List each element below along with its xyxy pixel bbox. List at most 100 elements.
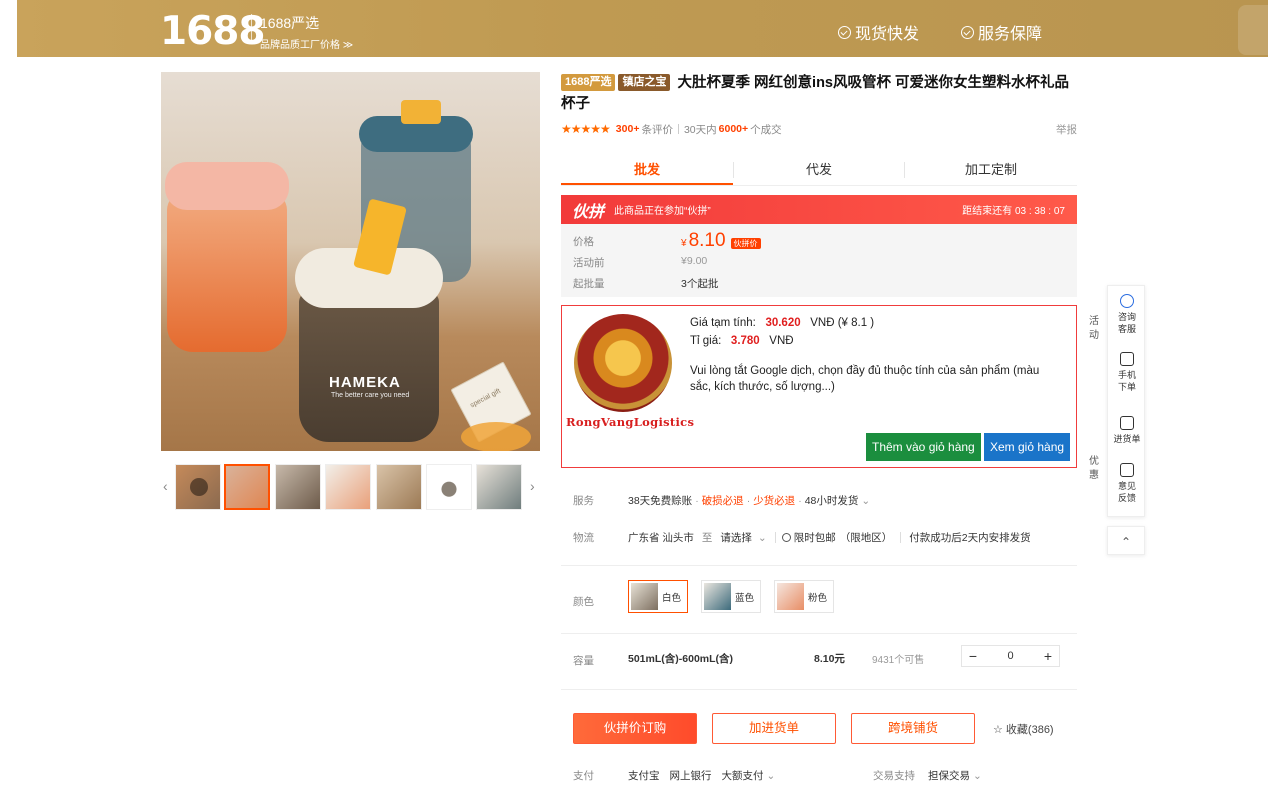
thumbnail-5[interactable] (426, 464, 472, 510)
capacity-label: 容量 (573, 655, 594, 667)
chevron-down-icon[interactable]: ⌄ (758, 532, 767, 544)
product-title-row: 1688严选 镇店之宝 大肚杯夏季 网红创意ins风吸管杯 可爱迷你女生塑料水杯礼… (561, 73, 1081, 115)
service-label: 服务 (573, 495, 594, 507)
group-price-badge: 伙拼价 (730, 238, 761, 249)
color-option-white[interactable]: 白色 (628, 580, 689, 613)
favorite-button[interactable]: ☆ 收藏(386) (993, 721, 1054, 737)
add-to-list-button[interactable]: 加进货单 (712, 713, 836, 744)
chevron-down-icon[interactable]: ⌄ (767, 770, 776, 782)
group-buy-banner: 伙拼 此商品正在参加“伙拼” 距结束还有 03 : 38 : 07 (561, 195, 1077, 224)
peek-text: 惠 (1089, 470, 1099, 481)
sidebar-item-feedback[interactable]: 意见反馈 (1108, 463, 1146, 504)
payment-netbank: 网上银行 (669, 770, 712, 782)
payment-label: 支付 (573, 770, 594, 782)
moq-value: 3个起批 (681, 278, 719, 290)
plugin-brand-name: RongVangLogistics (566, 415, 695, 429)
peek-text: 动 (1089, 330, 1099, 341)
cross-border-button[interactable]: 跨境铺货 (851, 713, 975, 744)
thumbnail-4[interactable] (376, 464, 422, 510)
trade-support: 担保交易 ⌄ (928, 768, 982, 783)
thumbnail-1[interactable] (224, 464, 270, 510)
rate-value: 3.780 (730, 335, 760, 347)
thumbnail-6[interactable] (476, 464, 522, 510)
payment-large[interactable]: 大额支付 (722, 768, 764, 783)
ship-from: 广东省 汕头市 (628, 532, 694, 544)
thumb-prev-icon[interactable]: ‹ (163, 478, 168, 494)
product-brand-print: HAMEKA (329, 374, 401, 391)
dragon-logo (574, 314, 672, 412)
star-rating-icon: ★★★★★ (561, 122, 611, 136)
sidebar-item-customer-service[interactable]: 咨询客服 (1108, 294, 1146, 335)
plus-button[interactable]: + (1037, 648, 1059, 664)
brand-subtitle[interactable]: 品牌品质工厂价格 ≫ (260, 36, 353, 51)
tab-custom[interactable]: 加工定制 (905, 155, 1077, 185)
divider (561, 565, 1077, 566)
before-label: 活动前 (573, 257, 605, 269)
sales-period: 30天内 (683, 123, 717, 136)
service-48h-ship[interactable]: 48小时发货 (805, 493, 859, 508)
tab-wholesale-label: 批发 (633, 162, 660, 177)
divider (900, 532, 902, 543)
edit-icon (1120, 463, 1134, 477)
est-unit: VNĐ (¥ 8.1 ) (810, 317, 875, 329)
badge-fast-ship-label: 现货快发 (855, 26, 920, 43)
peek-text: 优 (1089, 456, 1099, 467)
add-to-cart-button[interactable]: Thêm vào giỏ hàng (866, 433, 981, 461)
logistics-row: 广东省 汕头市 至 请选择 ⌄ 限时包邮 （限地区） 付款成功后2天内安排发货 (628, 530, 1031, 545)
tab-dropship[interactable]: 代发 (733, 155, 905, 185)
thumb-next-icon[interactable]: › (530, 478, 535, 494)
divider (774, 532, 776, 543)
tab-wholesale[interactable]: 批发 (561, 155, 733, 185)
ship-to-select[interactable]: 请选择 (720, 530, 752, 545)
report-link[interactable]: 举报 (1056, 122, 1077, 137)
view-cart-button[interactable]: Xem giỏ hàng (984, 433, 1071, 461)
chevron-down-icon[interactable]: ⌄ (861, 495, 870, 507)
free-shipping-area: （限地区） (839, 532, 893, 544)
ship-time: 付款成功后2天内安排发货 (909, 532, 1031, 544)
tab-dropship-label: 代发 (805, 162, 832, 177)
color-option-blue[interactable]: 蓝色 (701, 580, 762, 613)
rate-label: Tỉ giá: (690, 335, 722, 347)
sidebar-item-label: 意见反馈 (1117, 481, 1136, 503)
header-decoration (1238, 5, 1268, 55)
est-value: 30.620 (765, 317, 801, 329)
quantity-input[interactable]: 0 (984, 650, 1037, 662)
floating-sidebar: 咨询客服 手机下单 进货单 意见反馈 (1107, 285, 1145, 517)
main-product-image[interactable]: HAMEKA The better care you need special … (161, 72, 540, 451)
sidebar-item-mobile-order[interactable]: 手机下单 (1108, 352, 1146, 393)
tab-custom-label: 加工定制 (964, 162, 1017, 177)
thumbnail-video[interactable] (175, 464, 221, 510)
purchase-tabs: 批发 代发 加工定制 (561, 155, 1077, 186)
thumbnail-3[interactable] (325, 464, 371, 510)
thumbnail-2[interactable] (275, 464, 321, 510)
service-shortage-return: 少货必退 (753, 495, 796, 507)
color-option-label: 白色 (662, 592, 682, 604)
logo-1688[interactable]: 1688 (160, 9, 266, 54)
sidebar-item-purchase-list[interactable]: 进货单 (1108, 416, 1146, 445)
review-count[interactable]: 300+ (616, 123, 640, 135)
tag-store-treasure: 镇店之宝 (618, 74, 671, 91)
brand-title[interactable]: 1688严选 (260, 13, 319, 33)
minus-button[interactable]: − (962, 648, 984, 664)
price-label: 价格 (573, 236, 594, 248)
tag-yanxuan: 1688严选 (561, 74, 616, 91)
trade-support-value[interactable]: 担保交易 (928, 768, 970, 783)
sidebar-item-label: 进货单 (1113, 434, 1141, 444)
price-value: 8.10 (688, 230, 726, 251)
current-price: ¥ 8.10 伙拼价 (681, 230, 761, 252)
currency-symbol: ¥ (681, 238, 687, 249)
group-buy-order-button[interactable]: 伙拼价订购 (573, 713, 697, 744)
chevron-down-icon[interactable]: ⌄ (973, 770, 982, 782)
swatch-image (631, 583, 658, 610)
color-option-pink[interactable]: 粉色 (774, 580, 835, 613)
sidebar-item-label: 手机下单 (1117, 370, 1136, 392)
check-circle-icon (961, 25, 974, 39)
review-label[interactable]: 条评价 (641, 122, 673, 137)
before-price: ¥9.00 (681, 255, 708, 267)
quantity-stepper: − 0 + (961, 645, 1060, 667)
chat-icon (1120, 294, 1134, 308)
free-shipping: 限时包邮 (793, 532, 836, 544)
plugin-note: Vui lòng tắt Google dịch, chọn đầy đủ th… (690, 365, 1040, 393)
back-to-top-button[interactable]: ⌃ (1107, 526, 1145, 555)
divider (677, 124, 679, 134)
